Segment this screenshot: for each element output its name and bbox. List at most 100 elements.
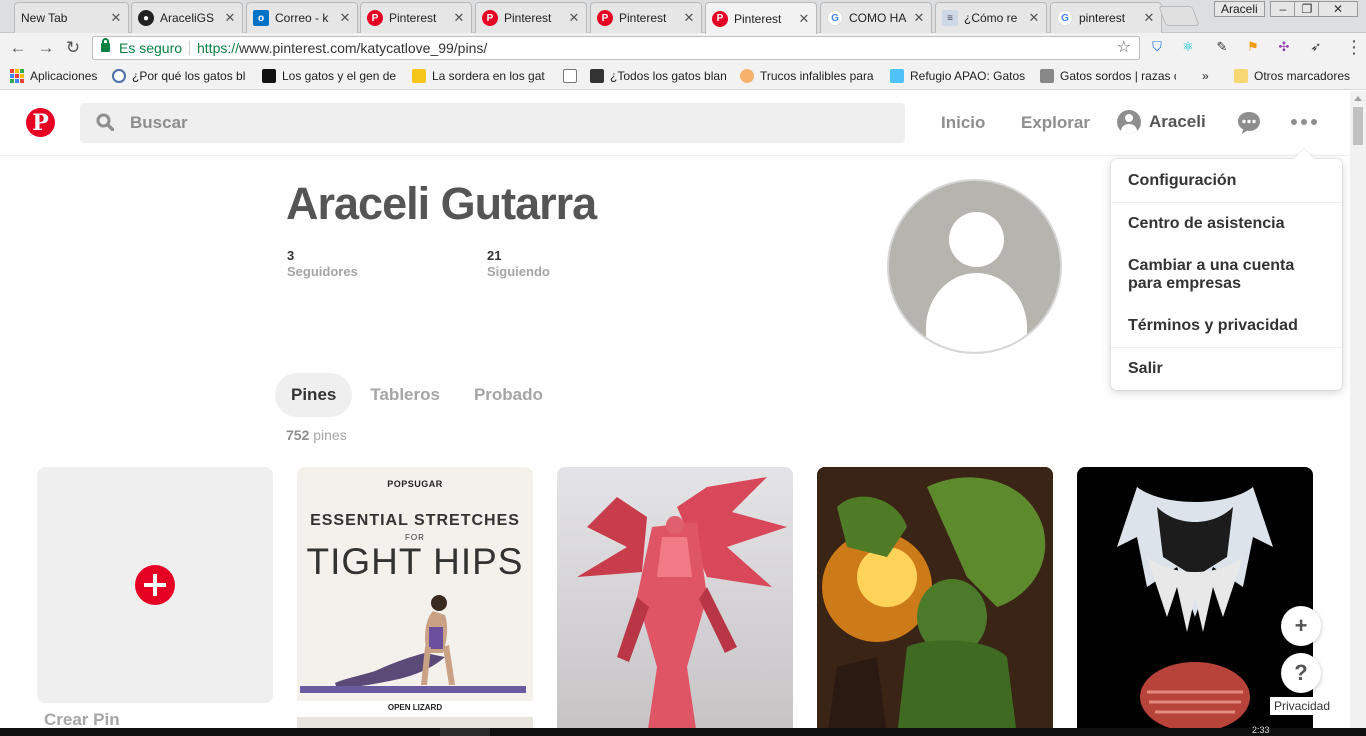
menu-divider	[1111, 347, 1342, 348]
browser-tab-active[interactable]: P Pinterest ✕	[705, 2, 817, 34]
tab-tried[interactable]: Probado	[458, 373, 559, 417]
yoga-figure-image	[335, 595, 455, 689]
bookmark-apps[interactable]: Aplicaciones	[10, 68, 97, 84]
following-stat[interactable]: 21 Siguiendo	[487, 248, 550, 279]
close-tab-icon[interactable]: ✕	[1143, 10, 1155, 26]
flag-extension-icon[interactable]: ⚑	[1245, 39, 1261, 55]
pin-count-number: 752	[286, 427, 310, 443]
close-tab-icon[interactable]: ✕	[683, 10, 695, 26]
secure-label: Es seguro	[119, 40, 183, 56]
browser-menu-icon[interactable]: ⋮	[1345, 37, 1363, 57]
tab-title: Correo - k	[275, 11, 329, 25]
pin-card[interactable]	[1077, 467, 1313, 736]
pinterest-logo-icon[interactable]: P	[26, 108, 55, 137]
bookmark-item[interactable]	[563, 68, 577, 84]
menu-item-settings[interactable]: Configuración	[1128, 172, 1328, 190]
browser-tab[interactable]: P Pinterest ✕	[590, 2, 702, 33]
tab-pins[interactable]: Pines	[275, 373, 353, 417]
robot-figure-image	[577, 477, 787, 736]
bookmark-item[interactable]: Trucos infalibles para	[740, 68, 876, 84]
page-scrollbar[interactable]	[1350, 91, 1366, 736]
bookmark-item[interactable]: ¿Todos los gatos blan	[590, 68, 726, 84]
help-floating-button[interactable]: ?	[1281, 653, 1321, 693]
menu-item-help-center[interactable]: Centro de asistencia	[1128, 215, 1328, 233]
close-window-icon[interactable]: ✕	[1318, 1, 1358, 17]
bookmark-label: Trucos infalibles para	[760, 69, 874, 83]
tab-title: ¿Cómo re	[964, 11, 1018, 25]
puzzle-extension-icon[interactable]: ✣	[1276, 39, 1292, 55]
more-options-icon[interactable]	[1291, 119, 1317, 127]
close-tab-icon[interactable]: ✕	[1028, 10, 1040, 26]
bookmark-item[interactable]: Refugio APAO: Gatos	[890, 68, 1026, 84]
forward-arrow-icon[interactable]: →	[36, 38, 56, 58]
close-tab-icon[interactable]: ✕	[798, 11, 810, 27]
close-tab-icon[interactable]: ✕	[568, 10, 580, 26]
tab-boards[interactable]: Tableros	[354, 373, 456, 417]
scrollbar-thumb[interactable]	[1353, 107, 1363, 145]
menu-item-logout[interactable]: Salir	[1128, 360, 1328, 378]
reload-icon[interactable]: ↻	[63, 38, 83, 58]
browser-tab[interactable]: P Pinterest ✕	[475, 2, 587, 33]
shield-extension-icon[interactable]: ⛉	[1149, 39, 1165, 55]
back-arrow-icon[interactable]: ←	[8, 38, 28, 58]
other-bookmarks-folder[interactable]: Otros marcadores	[1234, 68, 1350, 84]
venom-art-image	[1117, 487, 1273, 732]
profile-avatar[interactable]	[887, 179, 1062, 354]
followers-stat[interactable]: 3 Seguidores	[287, 248, 358, 279]
bookmark-star-icon[interactable]: ☆	[1117, 37, 1131, 59]
tab-title: New Tab	[21, 11, 68, 25]
browser-tab[interactable]: ≡ ¿Cómo re ✕	[935, 2, 1047, 33]
messages-icon[interactable]	[1236, 110, 1262, 136]
menu-item-business-account[interactable]: Cambiar a una cuenta para empresas	[1128, 257, 1318, 293]
pinterest-icon: P	[482, 10, 498, 26]
close-tab-icon[interactable]: ✕	[913, 10, 925, 26]
menu-item-terms-privacy[interactable]: Términos y privacidad	[1128, 317, 1328, 335]
create-pin-label[interactable]: Crear Pin	[44, 710, 120, 730]
close-tab-icon[interactable]: ✕	[224, 10, 236, 26]
add-floating-button[interactable]: +	[1281, 606, 1321, 646]
close-tab-icon[interactable]: ✕	[110, 10, 122, 26]
tab-title: Pinterest	[504, 11, 552, 25]
bookmark-item[interactable]: ¿Por qué los gatos bl	[112, 68, 250, 84]
browser-tab[interactable]: G pinterest ✕	[1050, 2, 1162, 33]
new-tab-button[interactable]	[1158, 6, 1200, 26]
user-profile-link[interactable]: Araceli	[1117, 110, 1206, 134]
close-tab-icon[interactable]: ✕	[339, 10, 351, 26]
bookmarks-overflow-button[interactable]: »	[1202, 68, 1209, 84]
pin-card[interactable]	[557, 467, 793, 736]
browser-profile-button[interactable]: Araceli	[1214, 1, 1265, 17]
taskbar-app[interactable]	[440, 728, 490, 736]
bird-extension-icon[interactable]: ➶	[1308, 39, 1324, 55]
user-name: Araceli	[1149, 112, 1206, 131]
restore-icon[interactable]: ❐	[1294, 1, 1320, 17]
browser-tab[interactable]: P Pinterest ✕	[360, 2, 472, 33]
browser-tab[interactable]: G COMO HA ✕	[820, 2, 932, 33]
pin-card[interactable]	[817, 467, 1053, 736]
menu-divider	[1111, 202, 1342, 203]
search-bar[interactable]	[80, 103, 905, 143]
create-pin-card[interactable]	[37, 467, 273, 703]
privacy-link[interactable]: Privacidad	[1270, 697, 1335, 715]
nav-explore-link[interactable]: Explorar	[1021, 113, 1090, 133]
bookmark-label: »	[1202, 69, 1209, 83]
scroll-up-arrow-icon[interactable]	[1354, 96, 1362, 101]
site-icon	[412, 69, 426, 83]
minimize-icon[interactable]: –	[1270, 1, 1296, 17]
bookmark-item[interactable]: La sordera en los gat	[412, 68, 550, 84]
bookmark-label: Aplicaciones	[30, 69, 98, 83]
bookmark-item[interactable]: Gatos sordos | razas c	[1040, 68, 1176, 84]
pin-card[interactable]: POPSUGAR ESSENTIAL STRETCHES FOR TIGHT H…	[297, 467, 533, 736]
browser-tab[interactable]: New Tab ✕	[14, 2, 129, 33]
bookmark-item[interactable]: Los gatos y el gen de	[262, 68, 398, 84]
profile-tabs: Pines Tableros Probado	[275, 373, 561, 417]
search-input[interactable]	[130, 103, 890, 143]
nav-home-link[interactable]: Inicio	[941, 113, 985, 133]
browser-tab[interactable]: ● AraceliGS ✕	[131, 2, 243, 33]
address-bar[interactable]: Es seguro https://www.pinterest.com/katy…	[92, 36, 1140, 60]
eyedropper-extension-icon[interactable]: ✎	[1214, 39, 1230, 55]
react-extension-icon[interactable]: ⚛	[1180, 39, 1196, 55]
avatar-head	[949, 212, 1004, 267]
browser-tab[interactable]: o Correo - k ✕	[246, 2, 358, 33]
close-tab-icon[interactable]: ✕	[453, 10, 465, 26]
add-circle-icon	[135, 565, 175, 605]
